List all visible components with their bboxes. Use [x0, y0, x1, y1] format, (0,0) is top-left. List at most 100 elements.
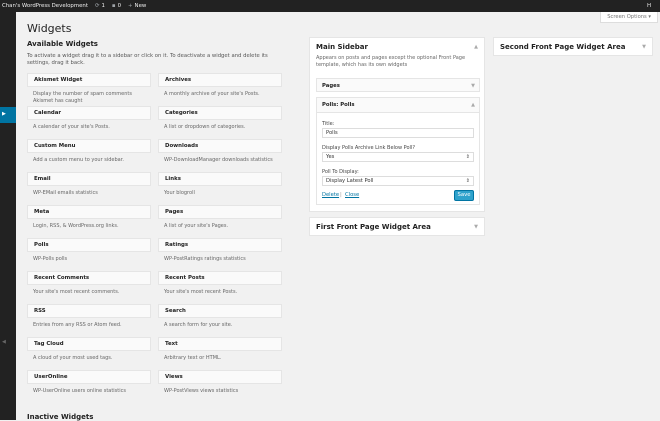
widget-title[interactable]: Recent Posts	[158, 271, 282, 285]
updates-link[interactable]: ⟳ 1	[95, 0, 105, 12]
close-link[interactable]: Close	[345, 192, 359, 198]
widget-title[interactable]: Meta	[27, 205, 151, 219]
widget-item[interactable]: UserOnline WP-UserOnline users online sta…	[27, 370, 151, 395]
second-front-page-title: Second Front Page Widget Area	[500, 43, 626, 51]
comments-link[interactable]: ▪ 0	[112, 0, 121, 12]
title-input-value: Polls	[326, 130, 338, 136]
widget-description: WP-Polls polls	[33, 256, 68, 262]
select-arrows-icon: ⇕	[465, 154, 470, 160]
screen-options-button[interactable]: Screen Options ▾	[600, 12, 658, 23]
new-label: New	[134, 3, 147, 9]
widget-item[interactable]: Search A search form for your site.	[158, 304, 282, 329]
widget-item[interactable]: Downloads WP-DownloadManager downloads st…	[158, 139, 282, 164]
toggle-arrow-icon[interactable]: ▲	[474, 44, 478, 50]
site-name-label: Chan's WordPress Development	[2, 3, 88, 9]
widget-description: Your blogroll	[164, 190, 195, 196]
available-widgets-panel: Available Widgets To activate a widget d…	[27, 40, 282, 394]
widget-title[interactable]: Tag Cloud	[27, 337, 151, 351]
appearance-icon: ▶	[2, 111, 6, 117]
widget-item[interactable]: Archives A monthly archive of your site's…	[158, 73, 282, 98]
widget-description: A monthly archive of your site's Posts.	[164, 91, 260, 97]
widget-title[interactable]: Downloads	[158, 139, 282, 153]
main-sidebar-area: Main Sidebar ▲ Appears on posts and page…	[309, 37, 485, 212]
widget-title[interactable]: Search	[158, 304, 282, 318]
widget-title[interactable]: Recent Comments	[27, 271, 151, 285]
widget-title[interactable]: Links	[158, 172, 282, 186]
widget-description: Your site's most recent Posts.	[164, 289, 238, 295]
widget-description: WP-UserOnline users online statistics	[33, 388, 126, 394]
widget-title[interactable]: Calendar	[27, 106, 151, 120]
widget-title[interactable]: UserOnline	[27, 370, 151, 384]
second-front-page-area[interactable]: Second Front Page Widget Area ▼	[493, 37, 653, 56]
poll-display-value: Display Latest Poll	[326, 178, 374, 184]
link-separator: |	[340, 192, 342, 198]
comments-icon: ▪	[111, 3, 116, 9]
poll-display-select[interactable]: Display Latest Poll ⇕	[322, 176, 474, 186]
widget-item[interactable]: Recent Comments Your site's most recent c…	[27, 271, 151, 296]
widget-description: A search form for your site.	[164, 322, 233, 328]
main-sidebar-title[interactable]: Main Sidebar	[316, 43, 368, 51]
toggle-arrow-icon[interactable]: ▼	[471, 79, 475, 93]
save-button[interactable]: Save	[454, 190, 474, 201]
widget-title[interactable]: Akismet Widget	[27, 73, 151, 87]
widget-item[interactable]: Akismet Widget Display the number of spam…	[27, 73, 151, 104]
archive-link-select[interactable]: Yes ⇕	[322, 152, 474, 162]
widget-item[interactable]: Recent Posts Your site's most recent Post…	[158, 271, 282, 296]
widget-item[interactable]: Meta Login, RSS, & WordPress.org links.	[27, 205, 151, 230]
widget-title[interactable]: Categories	[158, 106, 282, 120]
admin-menu: ▶ ◀	[0, 12, 20, 420]
toggle-arrow-icon[interactable]: ▼	[474, 224, 478, 230]
site-name-link[interactable]: Chan's WordPress Development	[2, 0, 88, 12]
main-sidebar-description: Appears on posts and pages except the op…	[316, 55, 466, 68]
polls-widget-header[interactable]: Polls: Polls ▲	[317, 98, 479, 113]
widget-title[interactable]: Email	[27, 172, 151, 186]
select-arrows-icon: ⇕	[465, 178, 470, 184]
widget-item[interactable]: Views WP-PostViews views statistics	[158, 370, 282, 395]
widget-title[interactable]: Text	[158, 337, 282, 351]
plus-icon: +	[128, 3, 133, 9]
toggle-arrow-icon[interactable]: ▲	[471, 98, 475, 112]
widget-description: WP-PostViews views statistics	[164, 388, 239, 394]
widget-description: A cloud of your most used tags.	[33, 355, 113, 361]
widget-description: Login, RSS, & WordPress.org links.	[33, 223, 119, 229]
my-account-link[interactable]: H	[647, 0, 651, 12]
widget-title[interactable]: Custom Menu	[27, 139, 151, 153]
widget-item[interactable]: RSS Entries from any RSS or Atom feed.	[27, 304, 151, 329]
archive-link-label: Display Polls Archive Link Below Poll?	[322, 145, 415, 151]
new-content-link[interactable]: + New	[128, 0, 146, 12]
widget-title[interactable]: Polls	[27, 238, 151, 252]
menu-item-appearance[interactable]: ▶	[0, 107, 16, 123]
widget-title[interactable]: RSS	[27, 304, 151, 318]
pages-widget[interactable]: Pages ▼	[316, 78, 480, 92]
widget-item[interactable]: Ratings WP-PostRatings ratings statistics	[158, 238, 282, 263]
widget-item[interactable]: Email WP-EMail emails statistics	[27, 172, 151, 197]
widget-description: Add a custom menu to your sidebar.	[33, 157, 124, 163]
collapse-menu-icon[interactable]: ◀	[2, 339, 6, 345]
polls-widget-title: Polls: Polls	[322, 102, 355, 108]
widget-title[interactable]: Pages	[158, 205, 282, 219]
title-label: Title:	[322, 121, 335, 127]
widget-item[interactable]: Custom Menu Add a custom menu to your sid…	[27, 139, 151, 164]
widget-title[interactable]: Views	[158, 370, 282, 384]
toggle-arrow-icon[interactable]: ▼	[642, 44, 646, 50]
widget-item[interactable]: Pages A list of your site's Pages.	[158, 205, 282, 230]
updates-count: 1	[101, 3, 105, 9]
widget-item[interactable]: Text Arbitrary text or HTML.	[158, 337, 282, 362]
comments-count: 0	[117, 3, 122, 9]
widget-item[interactable]: Calendar A calendar of your site's Posts.	[27, 106, 151, 131]
widget-item[interactable]: Categories A list or dropdown of categori…	[158, 106, 282, 131]
widget-description: WP-EMail emails statistics	[33, 190, 98, 196]
widget-description: A list or dropdown of categories.	[164, 124, 246, 130]
delete-link[interactable]: Delete	[322, 192, 339, 198]
polls-widget: Polls: Polls ▲ Title: Polls Display Poll…	[316, 97, 480, 205]
current-menu-arrow	[16, 111, 20, 119]
widget-description: WP-PostRatings ratings statistics	[164, 256, 246, 262]
widget-item[interactable]: Polls WP-Polls polls	[27, 238, 151, 263]
widget-title[interactable]: Ratings	[158, 238, 282, 252]
page-title: Widgets	[27, 22, 72, 36]
widget-item[interactable]: Tag Cloud A cloud of your most used tags.	[27, 337, 151, 362]
first-front-page-area[interactable]: First Front Page Widget Area ▼	[309, 217, 485, 236]
title-input[interactable]: Polls	[322, 128, 474, 138]
widget-item[interactable]: Links Your blogroll	[158, 172, 282, 197]
widget-title[interactable]: Archives	[158, 73, 282, 87]
